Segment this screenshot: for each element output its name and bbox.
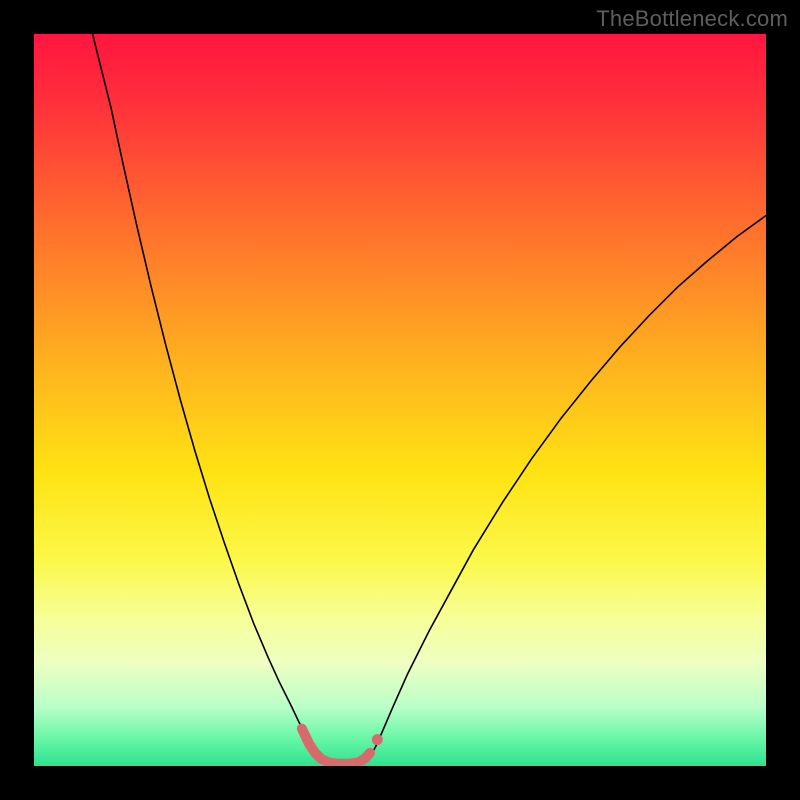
- watermark-text: TheBottleneck.com: [596, 6, 788, 32]
- chart-plot-area: [34, 34, 766, 766]
- chart-marker-layer: [372, 734, 383, 745]
- chart-background: [34, 34, 766, 766]
- marker-highlight-end-dot: [372, 734, 383, 745]
- chart-frame: TheBottleneck.com: [0, 0, 800, 800]
- chart-svg: [34, 34, 766, 766]
